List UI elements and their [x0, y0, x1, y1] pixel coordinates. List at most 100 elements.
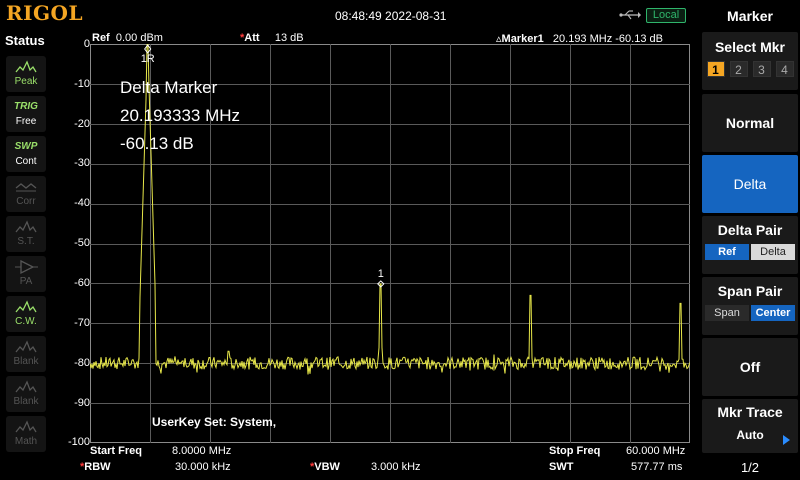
delta-pair-label: Delta Pair	[717, 222, 783, 238]
rbw-label[interactable]: *RBW	[80, 461, 111, 473]
y-tick-label: -80	[74, 357, 90, 369]
status-sweep[interactable]: SWP Cont	[6, 136, 46, 172]
delta-pair-delta-option[interactable]: Delta	[751, 244, 795, 260]
status-trig[interactable]: TRIG Free	[6, 96, 46, 132]
status-label: S.T.	[17, 236, 35, 247]
status-cw[interactable]: C.W.	[6, 296, 46, 332]
normal-label: Normal	[725, 115, 775, 131]
status-math[interactable]: Math	[6, 416, 46, 452]
expand-arrow-icon	[783, 435, 790, 445]
y-tick-label: -70	[74, 317, 90, 329]
marker-number-selector: 1 2 3 4	[702, 61, 798, 77]
status-label: Peak	[14, 76, 38, 87]
attenuation-readout[interactable]: *Att 13 dB	[240, 32, 304, 44]
marker-2-option[interactable]: 2	[729, 61, 748, 77]
span-pair-selector: Span Center	[702, 305, 798, 321]
ref-level-readout[interactable]: Ref 0.00 dBm	[92, 32, 163, 44]
start-freq-label[interactable]: Start Freq	[90, 445, 142, 457]
trig-icon: TRIG	[14, 101, 38, 112]
st-icon	[15, 220, 37, 233]
status-blank-1[interactable]: Blank	[6, 336, 46, 372]
status-label: Free	[15, 116, 37, 127]
delta-button[interactable]: Delta	[702, 155, 798, 213]
stop-freq-value[interactable]: 60.000 MHz	[626, 445, 685, 457]
menu-page-indicator: 1/2	[740, 460, 760, 475]
span-pair-label: Span Pair	[717, 283, 783, 299]
delta-marker-title: Delta Marker	[120, 78, 218, 97]
rbw-value[interactable]: 30.000 kHz	[175, 461, 231, 473]
mkr-trace-label: Mkr Trace	[717, 404, 783, 420]
att-value: 13 dB	[274, 32, 304, 44]
swt-label-text: SWT	[549, 461, 574, 473]
vbw-label[interactable]: *VBW	[310, 461, 340, 473]
status-label: PA	[19, 276, 33, 287]
status-label: Blank	[13, 396, 39, 407]
status-st[interactable]: S.T.	[6, 216, 46, 252]
corr-icon	[15, 183, 37, 192]
y-tick-label: 0	[83, 38, 90, 50]
att-label: Att	[244, 32, 260, 44]
span-pair-button[interactable]: Span Pair Span Center	[702, 277, 798, 335]
status-corr[interactable]: Corr	[6, 176, 46, 212]
mkr-trace-button[interactable]: Mkr Trace Auto	[702, 399, 798, 453]
start-freq-value[interactable]: 8.0000 MHz	[172, 445, 231, 457]
vbw-label-text: VBW	[314, 461, 340, 473]
blank-icon	[15, 380, 37, 393]
delta-label: Delta	[733, 176, 767, 192]
y-tick-label: -20	[74, 118, 90, 130]
rbw-label-text: RBW	[84, 461, 111, 473]
swt-value[interactable]: 577.77 ms	[631, 461, 682, 473]
marker-1-option[interactable]: 1	[706, 61, 725, 77]
select-mkr-button[interactable]: Select Mkr 1 2 3 4	[702, 32, 798, 90]
datetime: 08:48:49 2022-08-31	[335, 9, 447, 23]
blank-icon	[15, 340, 37, 353]
y-tick-label: -40	[74, 197, 90, 209]
delta-marker-info: Delta Marker 20.193333 MHz -60.13 dB	[120, 74, 240, 158]
reference-marker-label: 1R	[141, 53, 155, 65]
y-tick-label: -90	[74, 397, 90, 409]
y-tick-label: -100	[67, 436, 90, 448]
math-icon	[15, 420, 37, 433]
delta-marker-freq: 20.193333 MHz	[120, 106, 241, 125]
y-tick-label: -30	[74, 157, 90, 169]
span-pair-center-option[interactable]: Center	[751, 305, 795, 321]
status-label: Corr	[16, 196, 36, 207]
ref-label: Ref	[92, 32, 110, 44]
status-label: Blank	[13, 356, 39, 367]
top-bar: RIGOL 08:48:49 2022-08-31 Local	[0, 0, 700, 30]
ref-value: 0.00 dBm	[115, 32, 163, 44]
logo-text: RIGOL	[6, 1, 84, 25]
status-title: Status	[5, 33, 45, 48]
peak-icon	[15, 60, 37, 73]
menu-title: Marker	[727, 8, 773, 24]
status-label: C.W.	[15, 316, 37, 327]
vbw-value[interactable]: 3.000 kHz	[371, 461, 421, 473]
local-badge[interactable]: Local	[646, 8, 686, 23]
status-pa[interactable]: PA	[6, 256, 46, 292]
marker-1-label: 1	[378, 268, 384, 280]
status-label: Math	[14, 436, 38, 447]
status-peak[interactable]: Peak	[6, 56, 46, 92]
marker-4-option[interactable]: 4	[775, 61, 794, 77]
normal-button[interactable]: Normal	[702, 94, 798, 152]
span-pair-span-option[interactable]: Span	[705, 305, 749, 321]
status-panel: Status Peak TRIG Free SWP Cont Corr S.T.…	[0, 30, 52, 480]
delta-pair-button[interactable]: Delta Pair Ref Delta	[702, 216, 798, 274]
sweep-icon: SWP	[14, 141, 38, 152]
cw-icon	[15, 300, 37, 313]
off-button[interactable]: Off	[702, 338, 798, 396]
delta-marker-level: -60.13 dB	[120, 134, 194, 153]
delta-pair-ref-option[interactable]: Ref	[705, 244, 749, 260]
swt-label[interactable]: SWT	[549, 461, 573, 473]
start-freq-label-text: Start Freq	[90, 445, 142, 457]
status-blank-2[interactable]: Blank	[6, 376, 46, 412]
stop-freq-label[interactable]: Stop Freq	[549, 445, 600, 457]
y-tick-label: -60	[74, 277, 90, 289]
y-tick-label: -50	[74, 237, 90, 249]
y-tick-label: -10	[74, 78, 90, 90]
off-label: Off	[739, 359, 761, 375]
pa-icon	[15, 259, 38, 275]
status-label: Cont	[15, 156, 37, 167]
rigol-logo: RIGOL	[0, 0, 86, 30]
marker-3-option[interactable]: 3	[752, 61, 771, 77]
